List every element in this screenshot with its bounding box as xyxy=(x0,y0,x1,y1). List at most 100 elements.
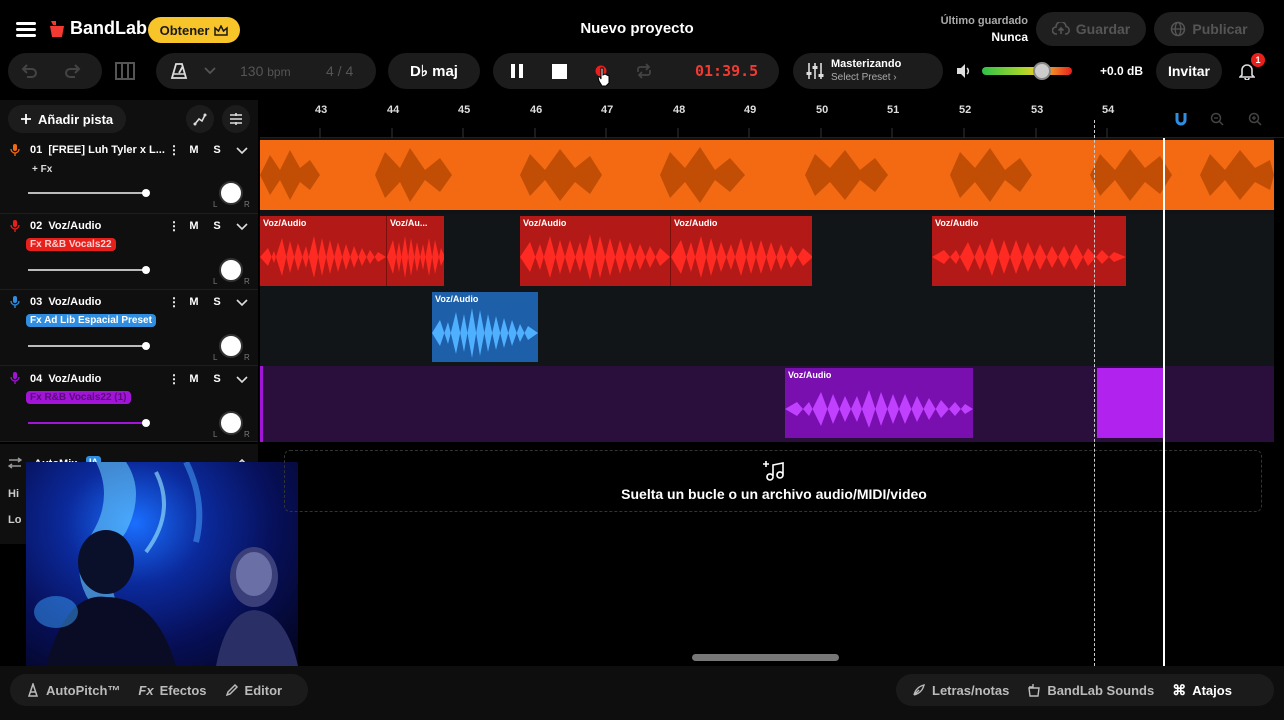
track-lane-1[interactable] xyxy=(260,138,1274,214)
snap-magnet-icon[interactable] xyxy=(1172,110,1190,128)
fx-badge[interactable]: Fx R&B Vocals22 xyxy=(26,238,116,251)
fx-badge[interactable]: + Fx xyxy=(28,163,56,176)
timeline-ruler[interactable]: 43 44 45 46 47 48 49 50 51 52 53 54 xyxy=(260,100,1284,138)
globe-icon xyxy=(1171,21,1186,37)
pan-knob[interactable] xyxy=(219,181,243,205)
bandlab-logo[interactable]: BandLab xyxy=(48,18,147,39)
save-button[interactable]: Guardar xyxy=(1036,12,1146,46)
loop-icon[interactable] xyxy=(633,62,655,80)
effects-button[interactable]: Fx Efectos xyxy=(138,683,206,698)
track-header-1[interactable]: 01 [FREE] Luh Tyler x L... ⋮ M S + Fx L … xyxy=(0,138,258,214)
zoom-out-icon[interactable] xyxy=(1208,110,1226,128)
track-lane-4[interactable]: Voz/Audio xyxy=(260,366,1274,442)
track-name: 03 Voz/Audio xyxy=(30,296,101,308)
slider-handle[interactable] xyxy=(142,419,150,427)
audio-clip[interactable]: Voz/Audio xyxy=(785,368,973,438)
track-lane-2[interactable]: Voz/Audio Voz/Au... Voz/Audio Voz/Audio … xyxy=(260,214,1274,290)
key-selector[interactable]: D♭ maj xyxy=(388,53,480,89)
horizontal-scrollbar[interactable] xyxy=(692,654,839,661)
chevron-down-icon[interactable] xyxy=(236,223,248,231)
waveform xyxy=(260,236,386,278)
track-header-3[interactable]: 03 Voz/Audio ⋮ M S Fx Ad Lib Espacial Pr… xyxy=(0,290,258,366)
chevron-down-icon[interactable] xyxy=(236,299,248,307)
master-volume-slider[interactable] xyxy=(982,62,1072,80)
mute-button[interactable]: M xyxy=(185,144,203,156)
track-header-2[interactable]: 02 Voz/Audio ⋮ M S Fx R&B Vocals22 L R xyxy=(0,214,258,290)
mute-button[interactable]: M xyxy=(185,373,203,385)
track-volume-slider[interactable] xyxy=(28,269,148,271)
pan-knob[interactable] xyxy=(219,334,243,358)
audio-clip[interactable] xyxy=(260,140,1274,210)
chevron-down-icon[interactable] xyxy=(236,147,248,155)
track-menu-icon[interactable]: ⋮ xyxy=(168,219,180,233)
editor-button[interactable]: Editor xyxy=(225,683,282,698)
volume-slider-handle[interactable] xyxy=(1033,62,1051,80)
audio-clip[interactable]: Voz/Audio xyxy=(670,216,812,286)
publish-button[interactable]: Publicar xyxy=(1154,12,1264,46)
autopitch-button[interactable]: AutoPitch™ xyxy=(26,683,120,698)
pan-knob[interactable] xyxy=(219,411,243,435)
microphone-icon xyxy=(10,296,20,308)
drop-zone[interactable]: Suelta un bucle o un archivo audio/MIDI/… xyxy=(284,450,1262,512)
audio-clip[interactable]: Voz/Audio xyxy=(432,292,538,362)
solo-button[interactable]: S xyxy=(208,220,226,232)
recording-clip[interactable] xyxy=(1097,368,1165,438)
audio-clip[interactable]: Voz/Au... xyxy=(386,216,444,286)
mute-button[interactable]: M xyxy=(185,296,203,308)
redo-icon[interactable] xyxy=(62,61,84,81)
solo-button[interactable]: S xyxy=(208,373,226,385)
chevron-down-icon[interactable] xyxy=(202,63,218,79)
mastering-button[interactable]: Masterizando Select Preset › xyxy=(793,53,943,89)
fx-badge[interactable]: Fx R&B Vocals22 (1) xyxy=(26,391,131,404)
add-music-icon xyxy=(763,461,784,481)
clip-label: Voz/Audio xyxy=(263,218,307,228)
get-button[interactable]: Obtener xyxy=(148,17,240,43)
lyrics-button[interactable]: Letras/notas xyxy=(912,683,1009,698)
clip-label: Voz/Audio xyxy=(788,370,832,380)
slider-handle[interactable] xyxy=(142,266,150,274)
ruler-mark: 45 xyxy=(458,104,471,116)
solo-button[interactable]: S xyxy=(208,144,226,156)
clip-label: Voz/Au... xyxy=(390,218,428,228)
bpm-field[interactable]: 130 bpm xyxy=(240,63,291,79)
track-volume-slider[interactable] xyxy=(28,422,148,424)
metronome-icon[interactable] xyxy=(168,61,190,81)
slider-handle[interactable] xyxy=(142,189,150,197)
loop-marker-line[interactable] xyxy=(1094,120,1095,666)
track-menu-icon[interactable]: ⋮ xyxy=(168,295,180,309)
track-menu-icon[interactable]: ⋮ xyxy=(168,143,180,157)
track-header-4[interactable]: 04 Voz/Audio ⋮ M S Fx R&B Vocals22 (1) L… xyxy=(0,366,258,442)
add-track-button[interactable]: Añadir pista xyxy=(8,105,126,133)
ruler-mark: 47 xyxy=(601,104,614,116)
bandlab-sounds-button[interactable]: BandLab Sounds xyxy=(1027,683,1154,698)
solo-button[interactable]: S xyxy=(208,296,226,308)
automation-icon[interactable] xyxy=(186,105,214,133)
undo-icon[interactable] xyxy=(18,61,40,81)
speaker-icon[interactable] xyxy=(954,62,974,80)
stop-icon[interactable] xyxy=(549,62,569,80)
track-volume-slider[interactable] xyxy=(28,192,148,194)
shortcuts-button[interactable]: ⌘ Atajos xyxy=(1172,682,1232,699)
track-lane-3[interactable]: Voz/Audio xyxy=(260,290,1274,366)
fx-badge[interactable]: Fx Ad Lib Espacial Preset xyxy=(26,314,156,327)
menu-icon[interactable] xyxy=(16,19,36,40)
bandlab-logo-icon xyxy=(50,20,64,37)
audio-clip[interactable]: Voz/Audio xyxy=(260,216,386,286)
track-volume-slider[interactable] xyxy=(28,345,148,347)
project-title[interactable]: Nuevo proyecto xyxy=(537,20,737,37)
playhead[interactable] xyxy=(1163,138,1165,666)
microphone-icon xyxy=(10,372,20,384)
audio-clip[interactable]: Voz/Audio xyxy=(932,216,1126,286)
invite-button[interactable]: Invitar xyxy=(1156,53,1222,89)
track-menu-icon[interactable]: ⋮ xyxy=(168,372,180,386)
audio-clip[interactable]: Voz/Audio xyxy=(520,216,670,286)
time-signature[interactable]: 4 / 4 xyxy=(326,63,353,79)
pan-knob[interactable] xyxy=(219,258,243,282)
pause-icon[interactable] xyxy=(507,62,527,80)
instrument-library-icon[interactable] xyxy=(112,58,138,84)
collapse-tracks-icon[interactable] xyxy=(222,105,250,133)
zoom-in-icon[interactable] xyxy=(1246,110,1264,128)
chevron-down-icon[interactable] xyxy=(236,376,248,384)
slider-handle[interactable] xyxy=(142,342,150,350)
mute-button[interactable]: M xyxy=(185,220,203,232)
